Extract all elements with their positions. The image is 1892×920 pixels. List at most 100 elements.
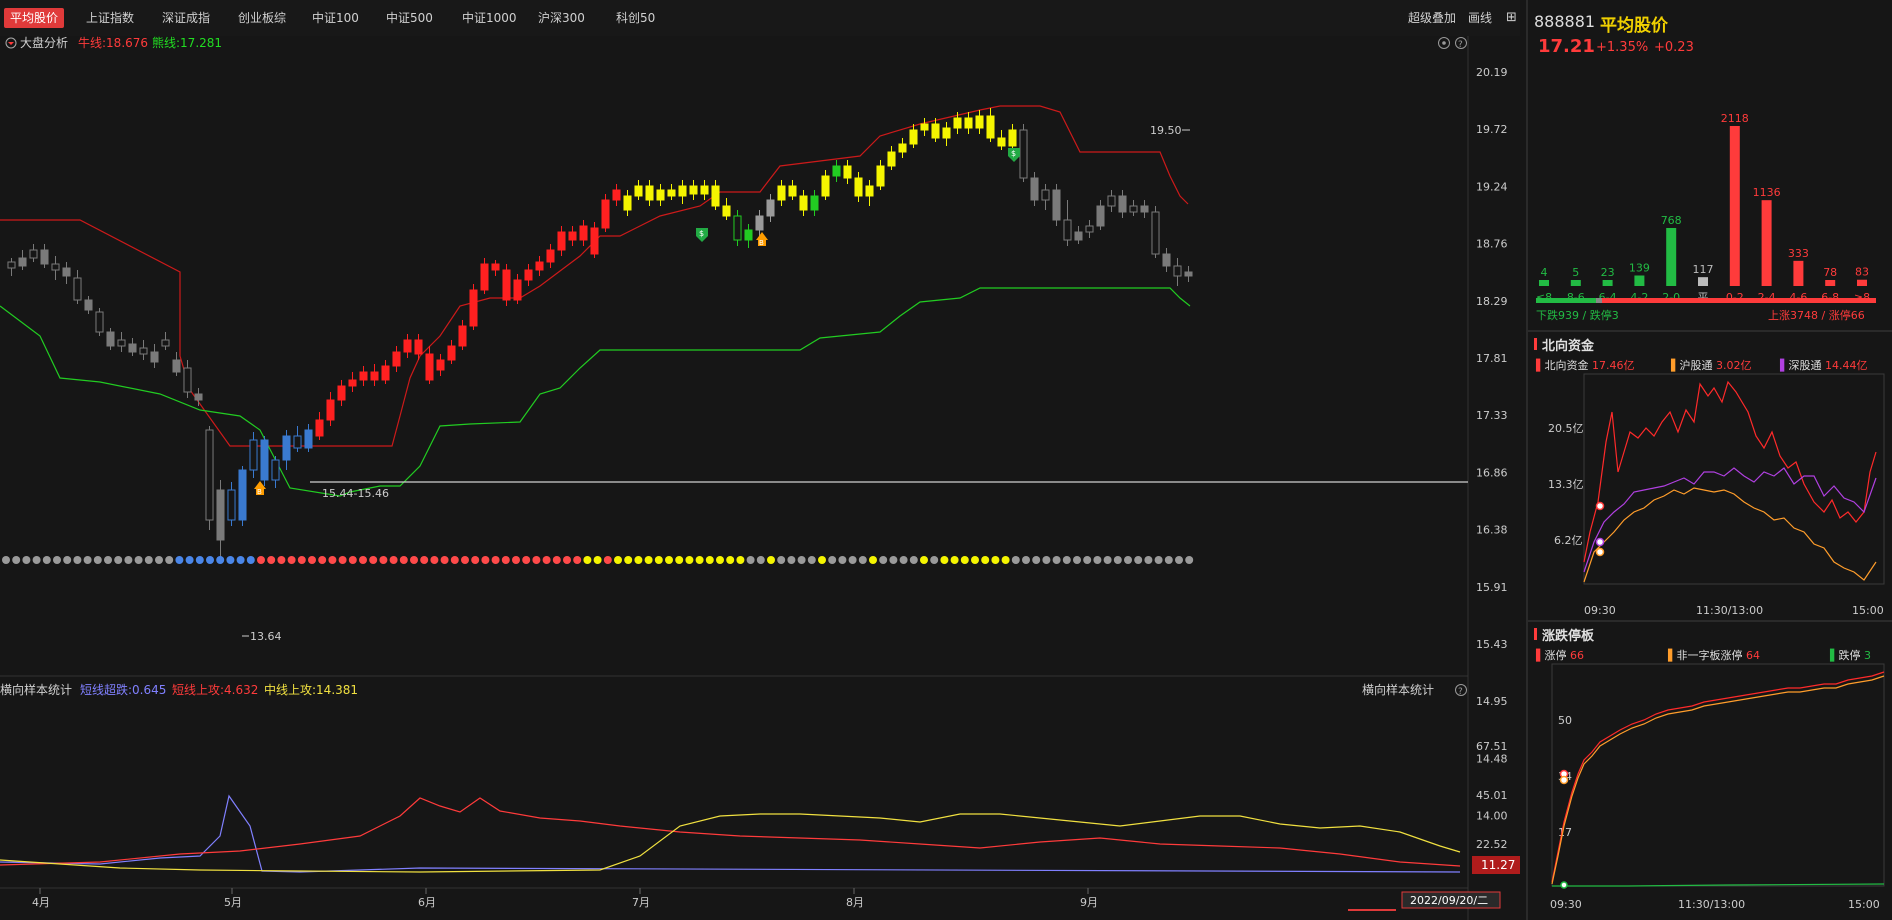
- main-panel-title: 大盘分析: [20, 36, 68, 50]
- candle-body: [337, 385, 346, 401]
- status-dot: [920, 556, 928, 564]
- status-dot: [1124, 556, 1132, 564]
- price-tick: 17.81: [1476, 352, 1508, 365]
- candle-body: [711, 185, 720, 207]
- north-sz-line: [1583, 467, 1877, 573]
- candle-body: [579, 225, 588, 241]
- candle-body: [997, 137, 1006, 147]
- candle-body: [909, 129, 918, 145]
- non-yizi-limit-line: [1551, 675, 1885, 885]
- candle-body: [1074, 231, 1083, 241]
- status-dot: [603, 556, 612, 564]
- candle-body: [414, 339, 423, 355]
- distribution-bar: [1698, 277, 1708, 286]
- candle-body: [1129, 205, 1138, 213]
- svg-text:11.27: 11.27: [1481, 858, 1515, 872]
- kline-chart-area[interactable]: 大盘分析 牛线:18.676 熊线:17.281 ? 20.19 19.72 19.…: [0, 36, 1520, 920]
- status-dot: [206, 556, 214, 564]
- candle-body: [106, 331, 115, 347]
- tab-1[interactable]: 上证指数: [80, 8, 140, 28]
- layout-grid-icon[interactable]: ⊞: [1500, 8, 1523, 28]
- status-dot: [1052, 556, 1061, 564]
- status-dot: [756, 556, 765, 564]
- candle-body: [502, 269, 511, 301]
- status-dot: [1164, 556, 1173, 564]
- distribution-bar-value: 5: [1572, 266, 1579, 279]
- status-dot: [22, 556, 31, 564]
- candle-body: [634, 185, 643, 197]
- status-dot: [695, 556, 704, 564]
- candle-body: [260, 439, 269, 481]
- tab-5[interactable]: 中证500: [380, 8, 439, 28]
- candle-body: [1151, 211, 1160, 255]
- tab-4[interactable]: 中证100: [306, 8, 365, 28]
- candle-body: [381, 365, 390, 381]
- candle-body: [865, 185, 874, 197]
- status-dot: [389, 556, 398, 564]
- status-dot: [675, 556, 684, 564]
- low-price-label: 13.64: [250, 630, 282, 643]
- candle-body: [216, 489, 225, 541]
- status-dot: [1113, 556, 1122, 564]
- status-dot: [583, 556, 592, 564]
- status-dot: [134, 556, 143, 564]
- candle-body: [788, 185, 797, 197]
- status-dot: [848, 556, 857, 564]
- north-marker-2: [1595, 537, 1605, 547]
- price-tick: 15.91: [1476, 581, 1508, 594]
- tab-0[interactable]: 平均股价: [4, 8, 65, 28]
- super-overlay-button[interactable]: 超级叠加: [1402, 8, 1462, 28]
- status-dot: [410, 556, 418, 564]
- market-tab-bar: 平均股价 上证指数 深证成指 创业板综 中证100 中证500 中证1000 沪深300 科创5…: [0, 0, 1520, 36]
- candle-body: [326, 399, 335, 421]
- tab-3[interactable]: 创业板综: [232, 8, 292, 28]
- status-dot: [593, 556, 602, 564]
- svg-text:22.52: 22.52: [1476, 838, 1508, 851]
- status-dot: [1032, 556, 1041, 564]
- down-count-text: 下跌939 / 跌停3: [1536, 308, 1619, 322]
- svg-text:13.3亿: 13.3亿: [1548, 478, 1584, 491]
- candle-body: [1008, 129, 1017, 147]
- candle-body: [1041, 189, 1050, 201]
- north-funds-title: 北向资金: [1542, 339, 1595, 354]
- change-amount: +0.23: [1654, 40, 1694, 55]
- candle-body: [777, 185, 786, 201]
- month-label: 6月: [418, 896, 436, 909]
- market-sidebar: 888881 平均股价 17.21 +1.35% +0.23 4 ≤8 5 8-6 23…: [1526, 0, 1892, 920]
- status-dot: [226, 556, 235, 564]
- candle-body: [678, 185, 687, 197]
- distribution-bar: [1825, 280, 1836, 286]
- distribution-bar: [1729, 126, 1740, 286]
- status-dot: [971, 556, 979, 564]
- status-dot: [818, 556, 826, 564]
- status-dot: [1093, 556, 1102, 564]
- candle-body: [689, 185, 698, 195]
- status-dot: [828, 556, 837, 564]
- draw-line-button[interactable]: 画线: [1462, 8, 1498, 28]
- status-dot: [746, 556, 755, 564]
- price-tick: 15.43: [1476, 638, 1508, 651]
- north-funds-chart: 20.5亿 13.3亿 6.2亿 09:30 11:30/13:00 15:00: [1548, 373, 1885, 617]
- tab-8[interactable]: 科创50: [610, 8, 661, 28]
- candle-body: [469, 289, 478, 327]
- candle-body: [1063, 219, 1072, 241]
- status-dot: [32, 556, 41, 564]
- candle-body: [458, 325, 467, 347]
- month-label: 7月: [632, 896, 650, 909]
- status-dot: [869, 556, 877, 564]
- status-dot: [960, 556, 969, 564]
- candle-body: [645, 185, 654, 201]
- distribution-bar: [1857, 279, 1867, 286]
- tab-2[interactable]: 深证成指: [156, 8, 216, 28]
- price-tick: 14.48: [1476, 752, 1508, 765]
- candle-body: [953, 117, 962, 129]
- limit-board-title: 涨跌停板: [1542, 629, 1595, 644]
- candle-body: [1107, 195, 1116, 207]
- tab-7[interactable]: 沪深300: [532, 8, 591, 28]
- status-dot: [1022, 556, 1030, 564]
- status-dot: [542, 556, 551, 564]
- status-dot: [277, 556, 286, 564]
- tab-6[interactable]: 中证1000: [456, 8, 523, 28]
- sub-panel-title-right: 横向样本统计: [1362, 682, 1434, 697]
- limit-legend-non-yizi: ▌非一字板涨停 64: [1668, 649, 1760, 662]
